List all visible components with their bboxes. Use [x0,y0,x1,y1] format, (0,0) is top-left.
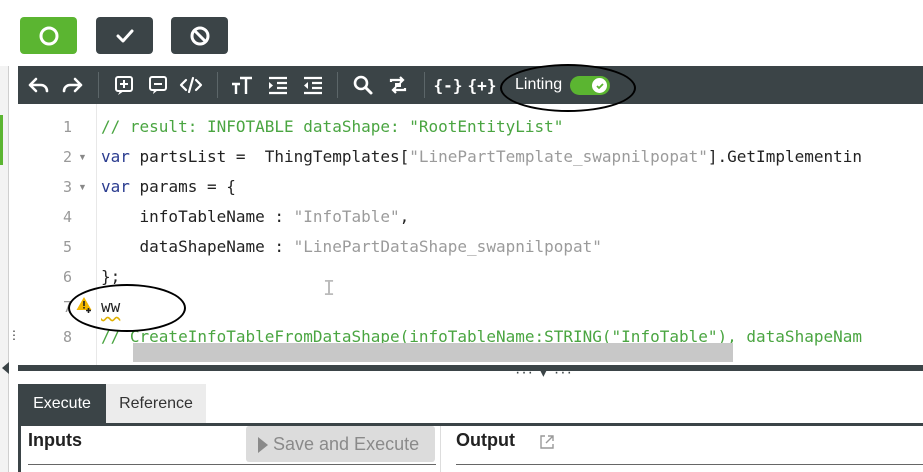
line-number: 4 [62,208,72,226]
insert-snippet-icon[interactable] [112,73,136,97]
ban-icon [190,26,209,45]
search-icon[interactable] [351,73,375,97]
comment-icon[interactable] [146,73,170,97]
resize-handle-icon[interactable]: ⋮ [8,329,20,354]
play-icon [258,437,268,453]
line-number: 1 [62,118,72,136]
code-line-3: var params = { [101,172,236,202]
output-separator [456,464,923,465]
top-button-check[interactable] [96,17,153,54]
tab-reference[interactable]: Reference [106,384,206,424]
code-text: partsList = ThingTemplates[ [129,147,410,166]
inputs-separator [28,464,436,465]
inputs-title: Inputs [28,430,82,450]
code-line-1: // result: INFOTABLE dataShape: "RootEnt… [101,117,564,136]
save-and-execute-label: Save and Execute [273,434,420,454]
string-literal: "LinePartTemplate_swapnilpopat" [409,147,708,166]
toolbar-separator [217,72,218,98]
panels-divider [440,426,441,472]
string-literal: "LinePartDataShape_swapnilpopat" [293,237,602,256]
save-and-execute-button[interactable]: Save and Execute [246,426,435,462]
line-number: 3 [62,178,72,196]
collapse-arrow-icon[interactable] [2,362,9,374]
keyword: var [101,147,130,166]
editor-bottom-border [18,365,923,371]
annotation-ellipse [500,64,636,112]
code-icon[interactable] [179,73,203,97]
check-icon [116,29,133,42]
line-number: 8 [62,328,72,346]
fold-arrow-icon[interactable]: ▼ [78,172,87,202]
outdent-icon[interactable] [301,73,325,97]
text-size-icon[interactable] [230,73,254,97]
code-text: dataShapeName : [101,237,294,256]
fold-arrow-icon[interactable]: ▼ [78,142,87,172]
line-number: 2 [62,148,72,166]
code-text: infoTableName : [101,207,294,226]
line-number: 6 [62,268,72,286]
circle-icon [39,26,58,45]
line-gutter: 1 2 ▼ 3 ▼ 4 5 6 7 8 [18,104,97,370]
left-accent [0,115,3,165]
toolbar-separator [337,72,338,98]
toolbar-separator [424,72,425,98]
code-line-2: var partsList = ThingTemplates["LinePart… [101,142,862,172]
line-number: 5 [62,238,72,256]
panels-top-border [18,423,923,426]
text-cursor-icon: I [323,276,336,300]
tab-execute[interactable]: Execute [18,384,106,424]
code-text: ].GetImplementin [707,147,863,166]
undo-icon[interactable] [27,73,51,97]
redo-icon[interactable] [60,73,84,97]
line-number: 7 [62,298,72,316]
string-literal: "InfoTable" [293,207,400,226]
keyword: var [101,177,130,196]
panels-left-border [18,423,21,472]
code-line-4: infoTableName : "InfoTable", [101,202,410,232]
horizontal-scrollbar[interactable] [133,343,733,362]
indent-icon[interactable] [266,73,290,97]
output-title: Output [456,430,515,450]
braces-icon[interactable]: {-} [434,73,463,97]
top-button-circle[interactable] [20,17,77,54]
replace-icon[interactable] [386,73,410,97]
code-area[interactable]: // result: INFOTABLE dataShape: "RootEnt… [101,104,923,370]
code-text: params = { [129,177,236,196]
code-line-5: dataShapeName : "LinePartDataShape_swapn… [101,232,602,262]
code-text: , [399,207,410,226]
top-button-ban[interactable] [171,17,228,54]
popout-icon[interactable] [539,434,555,450]
splitter-handle-icon[interactable]: ··· ▾ ··· [515,365,585,382]
toolbar-separator [98,72,99,98]
braces-plus-icon[interactable]: {+} [468,73,497,97]
editor-toolbar: {-} {+} Linting [18,66,923,104]
annotation-ellipse [68,284,186,332]
